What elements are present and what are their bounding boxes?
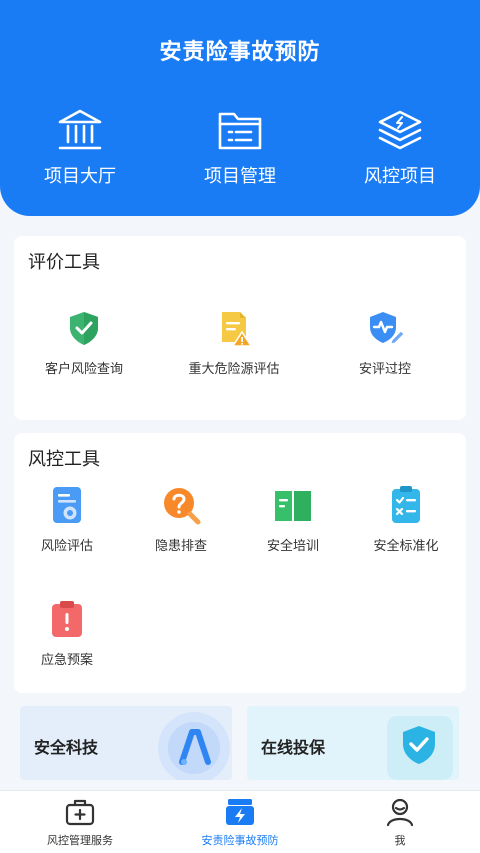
tool-label: 客户风险查询 [44, 362, 123, 377]
shield-check-icon [387, 716, 453, 780]
section-title: 评价工具 [28, 252, 100, 273]
tab-label: 安责险事故预防 [201, 834, 279, 847]
tab-label: 我 [394, 834, 406, 847]
header-banner: 安责险事故预防 项目大厅 项目管理 风控项目 [0, 0, 480, 216]
tool-label: 安全培训 [266, 539, 319, 554]
tool-label: 应急预案 [40, 653, 93, 668]
section-title: 风控工具 [28, 449, 100, 470]
bolt-card-icon [226, 799, 254, 825]
tool-safety-standardization[interactable]: 安全标准化 [326, 485, 480, 554]
bottom-tab-bar: 风控管理服务 安责险事故预防 我 [0, 790, 480, 853]
checklist-icon [392, 486, 420, 523]
nav-label: 项目大厅 [44, 166, 116, 187]
question-search-icon [164, 488, 201, 525]
tab-accident-prevention[interactable]: 安责险事故预防 [160, 791, 320, 853]
banner-safety-tech[interactable]: 安全科技 [20, 706, 232, 780]
banner-online-insure[interactable]: 在线投保 [247, 706, 459, 780]
nav-label: 风控项目 [364, 166, 436, 187]
tool-label: 隐患排查 [154, 539, 207, 554]
risk-doc-icon [53, 487, 81, 523]
banner-label: 安全科技 [34, 738, 99, 757]
page-title: 安责险事故预防 [159, 40, 321, 65]
header-nav: 项目大厅 项目管理 风控项目 [0, 108, 480, 188]
medkit-icon [65, 799, 95, 826]
folder-list-icon [218, 112, 262, 150]
risk-tools-card: 风控工具 风险评估 隐患排查 安全培训 安全标准化 应急预案 [14, 433, 466, 693]
user-icon [386, 798, 414, 827]
tool-label: 风险评估 [40, 539, 93, 554]
open-book-icon [275, 491, 311, 521]
tool-label: 重大危险源评估 [188, 362, 280, 377]
document-warning-icon [222, 312, 253, 347]
tool-safety-eval-control[interactable]: 安评过控 [305, 308, 465, 377]
tab-me[interactable]: 我 [320, 791, 480, 853]
tool-emergency-plan[interactable]: 应急预案 [0, 599, 147, 668]
banner-label: 在线投保 [261, 738, 326, 757]
tool-major-hazard-assessment[interactable]: 重大危险源评估 [154, 308, 314, 377]
tech-logo-icon [158, 712, 230, 780]
eval-tools-card: 评价工具 客户风险查询 重大危险源评估 安评过控 [14, 236, 466, 420]
nav-label: 项目管理 [204, 166, 276, 187]
shield-check-icon [70, 312, 98, 345]
nav-item-project-hall[interactable]: 项目大厅 [0, 108, 160, 188]
tab-risk-management-service[interactable]: 风控管理服务 [0, 791, 160, 853]
shield-pulse-icon [370, 312, 405, 345]
tool-label: 安全标准化 [373, 539, 439, 554]
nav-item-risk-control[interactable]: 风控项目 [320, 108, 480, 188]
tab-label: 风控管理服务 [47, 834, 113, 847]
nav-item-project-manage[interactable]: 项目管理 [160, 108, 320, 188]
clipboard-alert-icon [52, 601, 82, 637]
bank-icon [58, 109, 102, 150]
layers-icon [378, 110, 422, 150]
tool-label: 安评过控 [358, 362, 411, 377]
tool-customer-risk-query[interactable]: 客户风险查询 [4, 308, 164, 377]
